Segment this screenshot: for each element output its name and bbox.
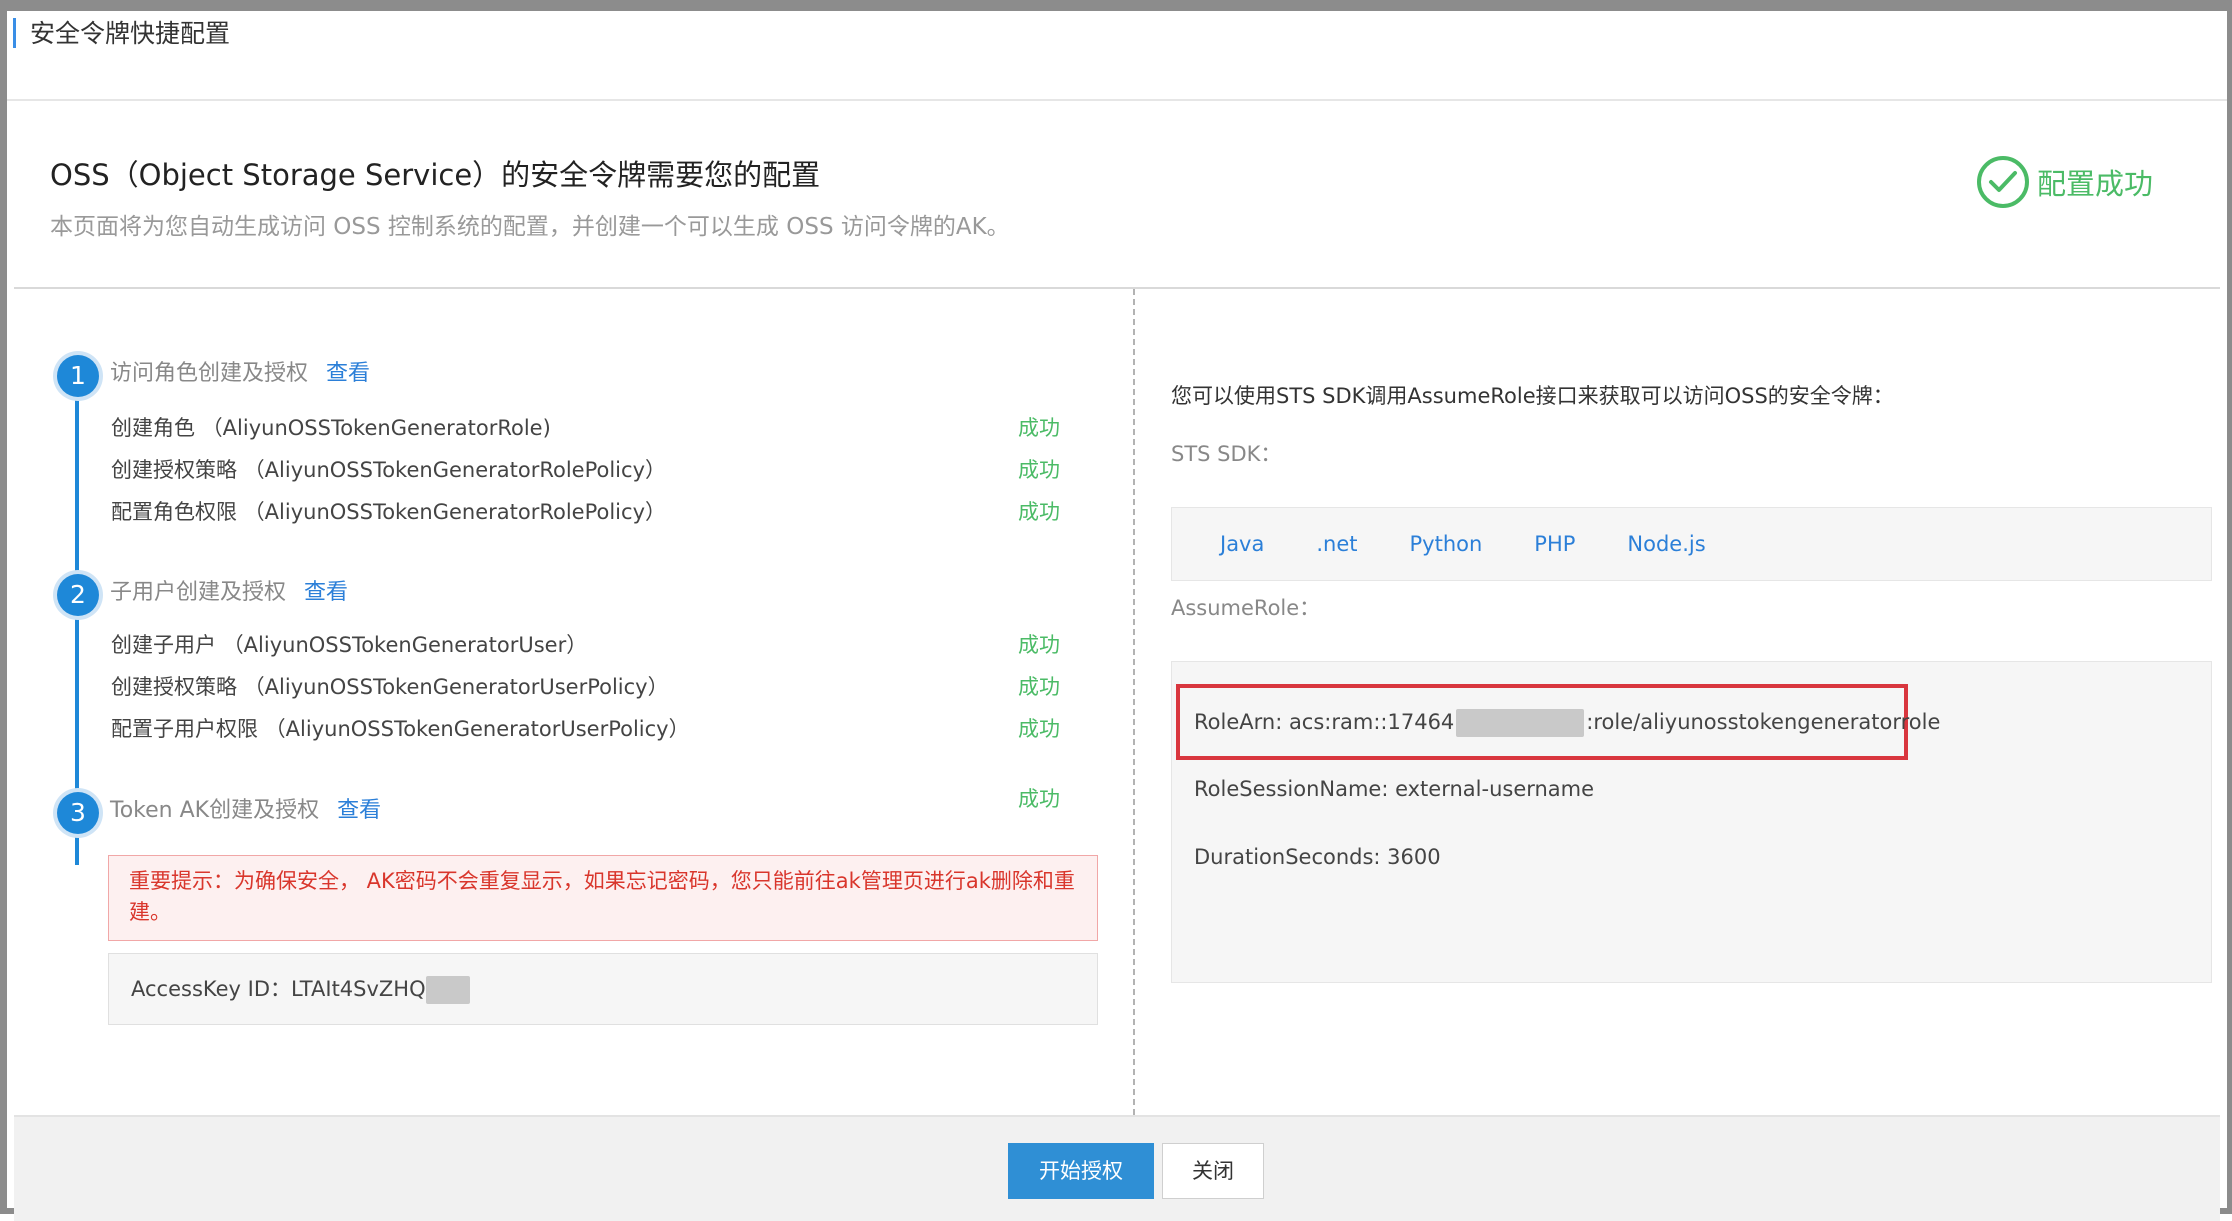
step-1-item-3-label: 配置角色权限 （AliyunOSSTokenGeneratorRolePolic… xyxy=(111,500,666,524)
window-title: 安全令牌快捷配置 xyxy=(30,19,231,48)
step-3-view-link[interactable]: 查看 xyxy=(337,798,381,823)
step-3-title: Token AK创建及授权 查看 xyxy=(110,798,382,823)
dialog-window: 安全令牌快捷配置 OSS（Object Storage Service）的安全令… xyxy=(0,0,2232,1221)
check-circle-icon xyxy=(1976,156,2029,208)
sdk-link-php[interactable]: PHP xyxy=(1534,532,1575,556)
sdk-link-dotnet[interactable]: .net xyxy=(1316,532,1357,556)
config-success-text: 配置成功 xyxy=(2036,167,2153,201)
step-1-view-link[interactable]: 查看 xyxy=(326,361,370,386)
step-2-item-3-status: 成功 xyxy=(1018,717,1060,741)
security-warning: 重要提示：为确保安全， AK密码不会重复显示，如果忘记密码，您只能前往ak管理页… xyxy=(108,855,1098,941)
sdk-links-box: Java .net Python PHP Node.js xyxy=(1171,507,2212,581)
step-1-badge: 1 xyxy=(57,355,99,397)
sdk-link-java[interactable]: Java xyxy=(1220,532,1264,556)
steps-content: 1 访问角色创建及授权 查看 创建角色 （AliyunOSSTokenGenera… xyxy=(14,289,1133,1115)
step-2-item-1-status: 成功 xyxy=(1018,633,1060,657)
sts-info-panel: 您可以使用STS SDK调用AssumeRole接口来获取可以访问OSS的安全令… xyxy=(1136,289,2220,1115)
assume-role-box: RoleArn: acs:ram::17464:role/aliyunossto… xyxy=(1171,661,2212,983)
assume-role-label: AssumeRole： xyxy=(1171,596,1321,620)
step-1-item-1-status: 成功 xyxy=(1018,416,1060,440)
panel-divider xyxy=(1133,289,1135,1115)
step-2-badge: 2 xyxy=(57,574,99,616)
sdk-link-python[interactable]: Python xyxy=(1410,532,1483,556)
page-subtitle: 本页面将为您自动生成访问 OSS 控制系统的配置，并创建一个可以生成 OSS 访… xyxy=(50,214,1010,240)
step-2-item-2-label: 创建授权策略 （AliyunOSSTokenGeneratorUserPolic… xyxy=(111,675,669,699)
sdk-link-nodejs[interactable]: Node.js xyxy=(1627,532,1705,556)
step-1-item-2-label: 创建授权策略 （AliyunOSSTokenGeneratorRolePolic… xyxy=(111,458,666,482)
redacted-mask xyxy=(425,976,470,1004)
role-session-name: RoleSessionName: external-username xyxy=(1194,777,1595,801)
step-2-title: 子用户创建及授权 查看 xyxy=(110,580,349,605)
start-authorization-button[interactable]: 开始授权 xyxy=(1008,1143,1154,1199)
page-title: OSS（Object Storage Service）的安全令牌需要您的配置 xyxy=(50,158,821,192)
duration-seconds: DurationSeconds: 3600 xyxy=(1194,845,1441,869)
page-header: OSS（Object Storage Service）的安全令牌需要您的配置 本… xyxy=(14,101,2220,289)
access-key-box: AccessKey ID：LTAIt4SvZHQ xyxy=(108,953,1098,1025)
config-success-badge: 配置成功 xyxy=(1976,156,2153,208)
step-1-item-1-label: 创建角色 （AliyunOSSTokenGeneratorRole) xyxy=(111,416,551,440)
step-2-item-1-label: 创建子用户 （AliyunOSSTokenGeneratorUser） xyxy=(111,633,588,657)
step-2-item-3-label: 配置子用户权限 （AliyunOSSTokenGeneratorUserPoli… xyxy=(111,717,690,741)
step-1-item-2-status: 成功 xyxy=(1018,458,1060,482)
step-2-view-link[interactable]: 查看 xyxy=(304,580,348,605)
close-button[interactable]: 关闭 xyxy=(1162,1143,1264,1199)
step-1-item-3-status: 成功 xyxy=(1018,500,1060,524)
sts-sdk-label: STS SDK： xyxy=(1171,442,1282,466)
sts-intro-text: 您可以使用STS SDK调用AssumeRole接口来获取可以访问OSS的安全令… xyxy=(1171,384,1894,408)
role-arn-line: RoleArn: acs:ram::17464:role/aliyunossto… xyxy=(1194,707,1940,737)
dialog-footer: 开始授权 关闭 xyxy=(14,1115,2220,1221)
step-2-item-2-status: 成功 xyxy=(1018,675,1060,699)
title-accent-bar xyxy=(13,18,16,48)
redacted-mask xyxy=(1456,709,1585,737)
step-3-status: 成功 xyxy=(1018,787,1060,811)
title-bar: 安全令牌快捷配置 xyxy=(7,11,2227,101)
step-3-badge: 3 xyxy=(57,792,99,834)
access-key-id: AccessKey ID：LTAIt4SvZHQ xyxy=(131,977,426,1001)
step-1-title: 访问角色创建及授权 查看 xyxy=(110,361,371,386)
